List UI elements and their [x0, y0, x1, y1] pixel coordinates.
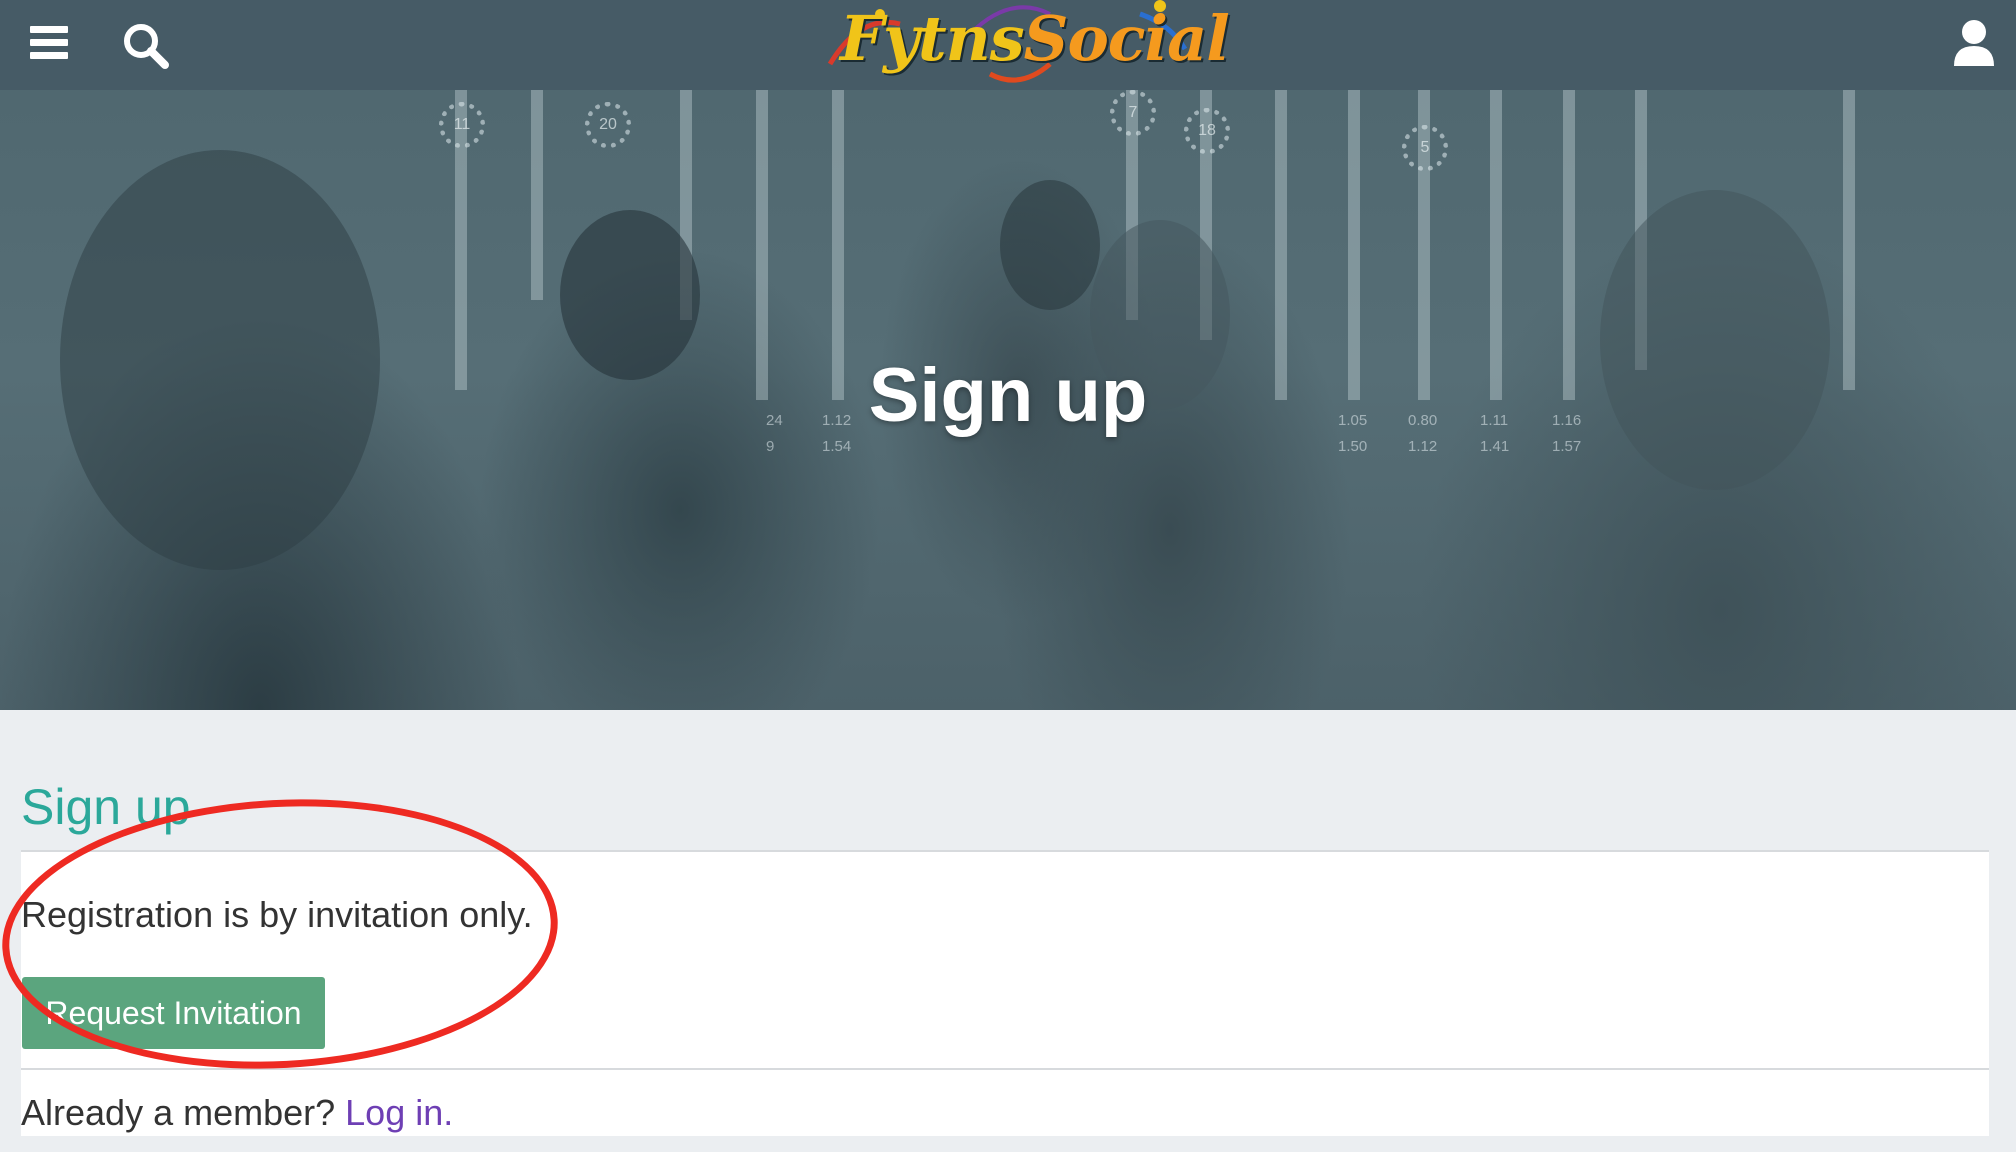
search-icon[interactable] — [120, 20, 172, 72]
fytnssocial-logo[interactable]: FytnsSocial — [820, 0, 1230, 90]
background-ring: 7 — [1110, 90, 1156, 136]
background-ring: 20 — [585, 102, 631, 148]
background-ring: 11 — [439, 102, 485, 148]
login-link[interactable]: Log in. — [345, 1092, 453, 1133]
background-silhouette — [1600, 190, 1830, 490]
hamburger-menu-icon[interactable] — [28, 23, 72, 63]
background-ring: 18 — [1184, 108, 1230, 154]
top-navigation-bar: FytnsSocial — [0, 0, 2016, 90]
already-member-line: Already a member? Log in. — [21, 1092, 453, 1134]
user-icon[interactable] — [1952, 18, 1996, 68]
registration-message: Registration is by invitation only. — [21, 894, 533, 935]
background-pole — [1843, 90, 1855, 390]
signup-panel: Registration is by invitation only. Requ… — [21, 850, 1989, 1136]
background-ring: 5 — [1402, 125, 1448, 171]
section-title: Sign up — [21, 779, 191, 835]
logo-text-social: Social — [1023, 2, 1230, 75]
background-silhouette — [1000, 180, 1100, 310]
already-member-text: Already a member? — [21, 1092, 336, 1133]
hero-title: Sign up — [868, 353, 1148, 438]
hero-banner: 11 20 7 18 5 24 9 1.12 1.54 1.05 1.50 0.… — [0, 90, 2016, 710]
divider — [21, 1068, 1989, 1070]
logo-text-fytns: Fytns — [840, 2, 1025, 75]
background-pole — [531, 90, 543, 300]
request-invitation-button[interactable]: Request Invitation — [22, 977, 325, 1049]
